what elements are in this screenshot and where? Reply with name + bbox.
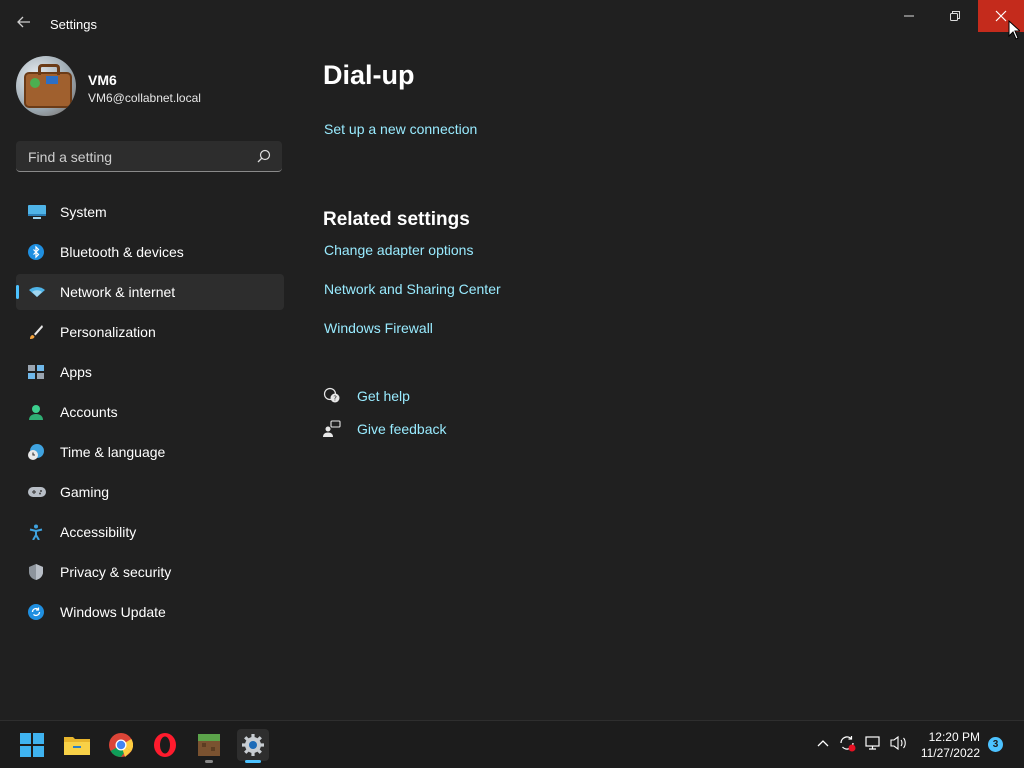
accessibility-icon — [28, 524, 44, 541]
opera-icon — [154, 733, 176, 757]
sidebar-nav: System Bluetooth & devices Network & int… — [16, 194, 284, 634]
sidebar-item-personalization[interactable]: Personalization — [16, 314, 284, 350]
windows-firewall-link[interactable]: Windows Firewall — [324, 320, 433, 336]
wifi-icon — [28, 284, 45, 300]
sidebar-item-accessibility[interactable]: Accessibility — [16, 514, 284, 550]
search-input[interactable] — [26, 147, 250, 167]
minecraft-icon — [198, 734, 220, 756]
search-box[interactable] — [16, 141, 282, 172]
sidebar-item-accounts[interactable]: Accounts — [16, 394, 284, 430]
monitor-icon — [28, 204, 46, 220]
related-settings-heading: Related settings — [323, 209, 470, 230]
settings-icon — [242, 734, 264, 756]
taskbar: 12:20 PM 11/27/2022 3 — [0, 720, 1024, 768]
sidebar-item-label: Windows Update — [60, 604, 166, 620]
change-adapter-options-link[interactable]: Change adapter options — [324, 242, 473, 258]
user-email: VM6@collabnet.local — [88, 91, 201, 105]
sidebar-item-time-language[interactable]: Time & language — [16, 434, 284, 470]
running-indicator — [205, 760, 213, 763]
sidebar-item-label: Bluetooth & devices — [60, 244, 184, 260]
globe-clock-icon — [28, 444, 44, 460]
update-icon — [28, 604, 44, 620]
opera-button[interactable] — [149, 729, 181, 761]
svg-text:?: ? — [333, 395, 337, 403]
shield-icon — [28, 564, 44, 580]
person-icon — [28, 404, 44, 420]
sidebar-item-label: Time & language — [60, 444, 166, 460]
sidebar-item-label: Accounts — [60, 404, 118, 420]
active-indicator — [245, 760, 261, 763]
minecraft-button[interactable] — [193, 729, 225, 763]
tray-chevron-up-icon[interactable] — [813, 733, 833, 753]
user-name: VM6 — [88, 72, 117, 88]
help-chat-icon: ? — [323, 387, 341, 405]
chrome-icon — [109, 733, 133, 757]
setup-new-connection-link[interactable]: Set up a new connection — [324, 121, 477, 137]
sidebar-item-label: Gaming — [60, 484, 110, 500]
back-arrow-icon[interactable] — [14, 14, 34, 34]
start-button[interactable] — [16, 729, 48, 761]
sidebar-item-windows-update[interactable]: Windows Update — [16, 594, 284, 630]
sidebar-item-label: Accessibility — [60, 524, 137, 540]
taskbar-date[interactable]: 11/27/2022 — [900, 746, 980, 760]
sidebar-item-label: Apps — [60, 364, 92, 380]
minimize-button[interactable] — [886, 0, 932, 32]
file-explorer-button[interactable] — [61, 729, 93, 761]
feedback-icon — [323, 420, 341, 438]
network-icon[interactable] — [864, 733, 884, 753]
avatar-sticker — [46, 76, 58, 84]
mouse-cursor-icon — [1008, 20, 1020, 40]
settings-button[interactable] — [237, 729, 269, 763]
file-explorer-icon — [64, 737, 90, 755]
sidebar-item-system[interactable]: System — [16, 194, 284, 230]
sidebar-item-bluetooth[interactable]: Bluetooth & devices — [16, 234, 284, 270]
avatar-sticker — [30, 78, 40, 88]
sidebar-item-apps[interactable]: Apps — [16, 354, 284, 390]
network-sharing-center-link[interactable]: Network and Sharing Center — [324, 281, 501, 297]
sidebar-item-label: Privacy & security — [60, 564, 172, 580]
sidebar-item-gaming[interactable]: Gaming — [16, 474, 284, 510]
search-icon[interactable] — [256, 148, 272, 164]
restore-button[interactable] — [932, 0, 978, 32]
chrome-button[interactable] — [105, 729, 137, 761]
apps-icon — [28, 364, 44, 380]
taskbar-time[interactable]: 12:20 PM — [900, 730, 980, 744]
gamepad-icon — [28, 484, 46, 500]
get-help-link[interactable]: Get help — [357, 388, 410, 404]
sidebar-item-network[interactable]: Network & internet — [16, 274, 284, 310]
brush-icon — [28, 324, 44, 340]
notification-badge[interactable]: 3 — [988, 737, 1003, 752]
sidebar-item-privacy[interactable]: Privacy & security — [16, 554, 284, 590]
app-title: Settings — [50, 17, 97, 32]
page-title: Dial-up — [323, 60, 415, 90]
title-bar: Settings — [0, 0, 1024, 48]
sidebar-item-label: System — [60, 204, 107, 220]
sync-error-icon[interactable] — [837, 733, 857, 753]
bluetooth-icon — [28, 244, 44, 260]
start-icon — [20, 733, 44, 757]
sidebar-item-label: Personalization — [60, 324, 156, 340]
sidebar-item-label: Network & internet — [60, 284, 176, 300]
give-feedback-link[interactable]: Give feedback — [357, 421, 447, 437]
avatar[interactable] — [16, 56, 76, 116]
